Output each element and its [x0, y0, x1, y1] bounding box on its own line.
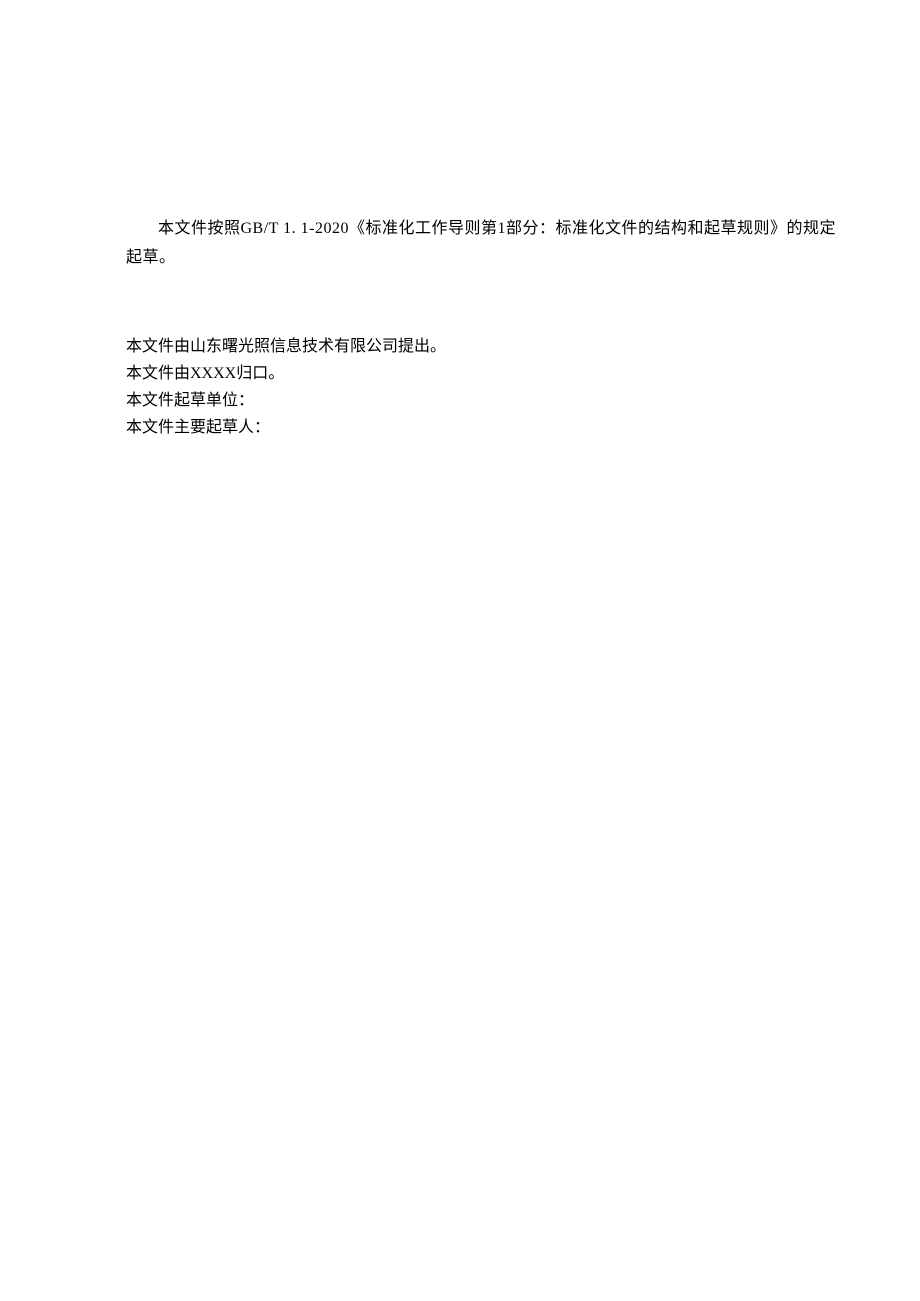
line-centralized: 本文件由XXXX归口。 — [126, 360, 840, 387]
line-drafters: 本文件主要起草人： — [126, 414, 840, 441]
paragraph-intro: 本文件按照GB/T 1. 1-2020《标准化工作导则第1部分：标准化文件的结构… — [126, 215, 840, 273]
document-body: 本文件按照GB/T 1. 1-2020《标准化工作导则第1部分：标准化文件的结构… — [0, 0, 920, 441]
paragraph-details: 本文件由山东曙光照信息技术有限公司提出。 本文件由XXXX归口。 本文件起草单位… — [126, 333, 840, 442]
line-proposer: 本文件由山东曙光照信息技术有限公司提出。 — [126, 333, 840, 360]
line-drafting-unit: 本文件起草单位： — [126, 387, 840, 414]
